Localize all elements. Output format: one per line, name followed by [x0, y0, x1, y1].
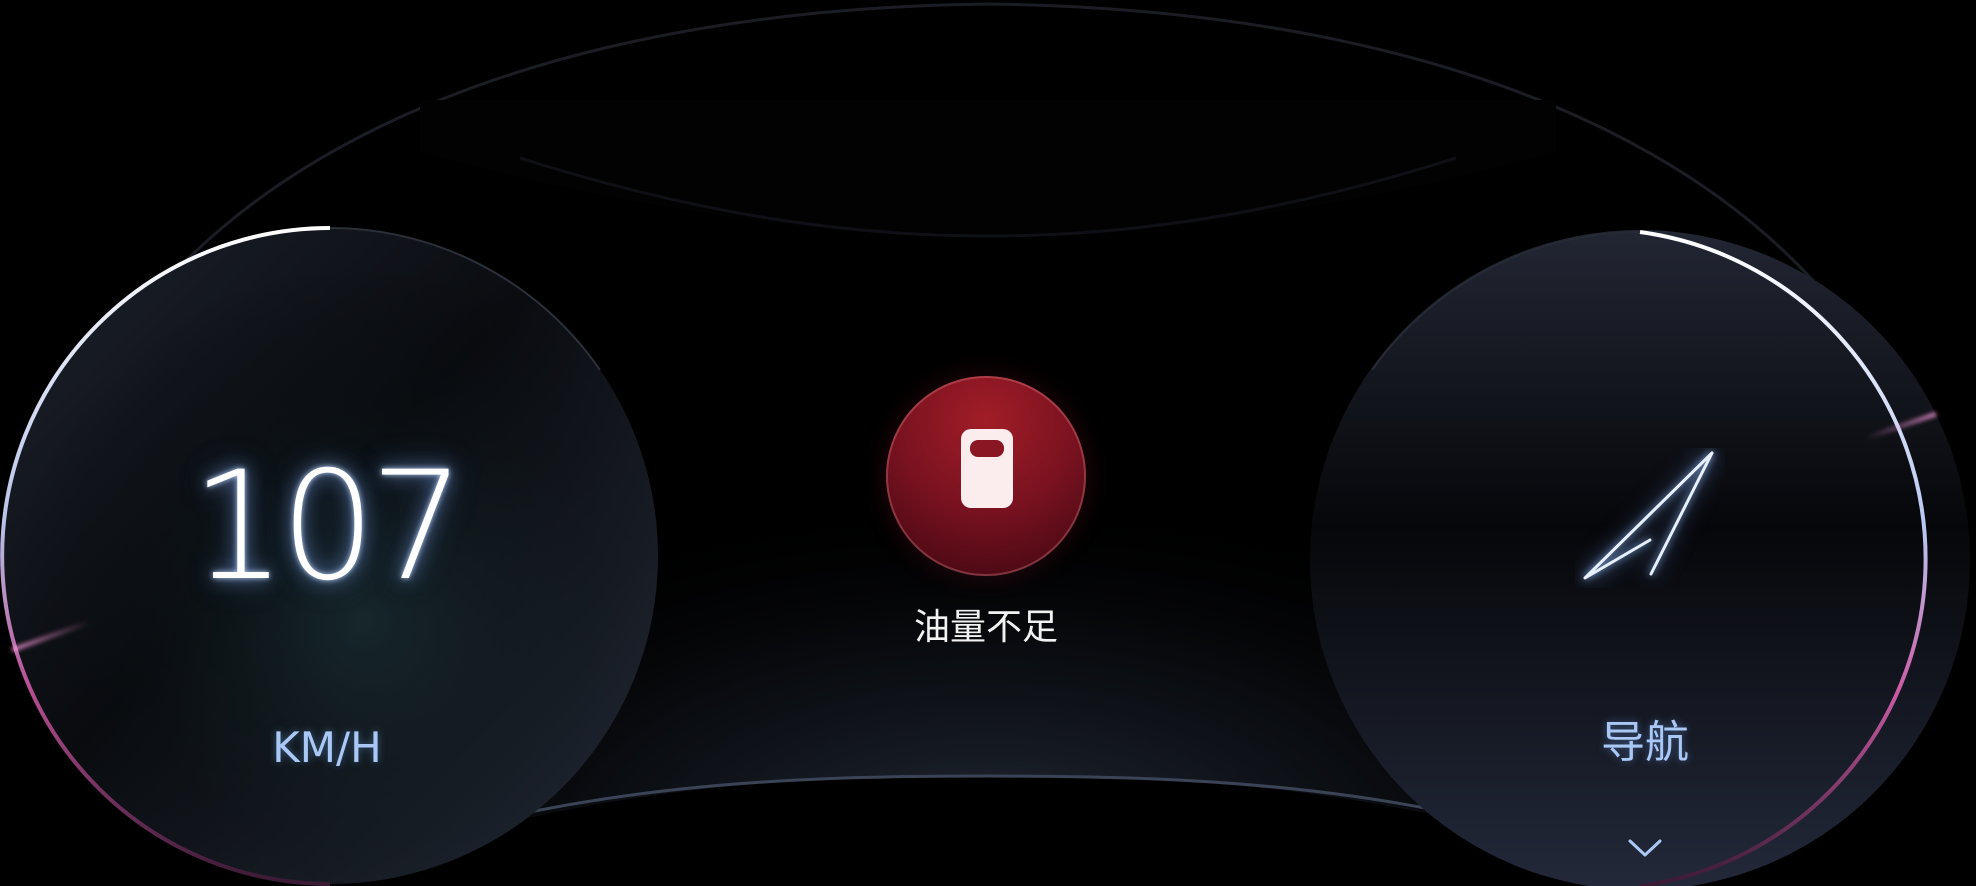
speed-unit-label: KM/H [272, 723, 382, 772]
warning-text: 油量不足 [913, 607, 1058, 648]
chevron-down-icon[interactable] [1627, 836, 1663, 860]
navigation-arrow-icon[interactable] [1575, 448, 1725, 588]
fuel-icon [961, 429, 1013, 508]
instrument-cluster: 107 KM/H 油量不足 导航 [0, 0, 1976, 886]
fuel-warning-badge[interactable] [886, 376, 1086, 576]
speed-value: 107 [190, 440, 465, 614]
navigation-label[interactable]: 导航 [1545, 717, 1745, 769]
